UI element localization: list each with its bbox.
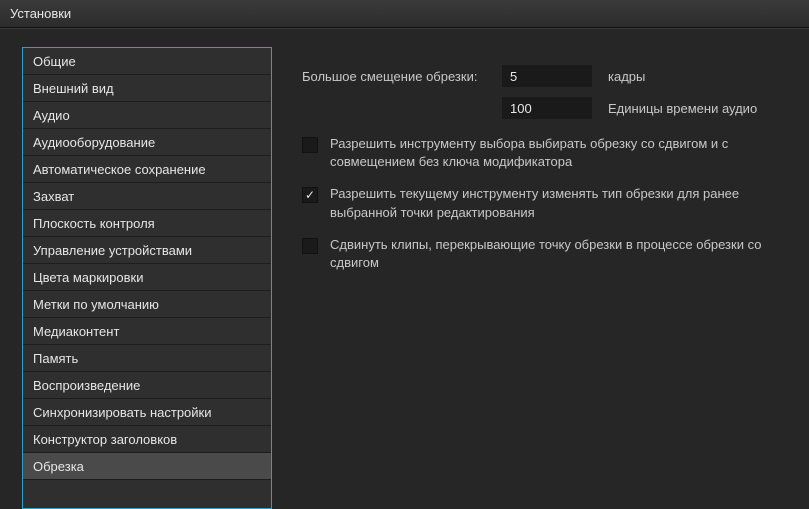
sidebar-item[interactable]: Цвета маркировки xyxy=(23,264,271,291)
window-title: Установки xyxy=(10,6,71,21)
checkbox-label: Разрешить инструменту выбора выбирать об… xyxy=(330,135,780,171)
checkbox[interactable] xyxy=(302,187,318,203)
sidebar-item[interactable]: Обрезка xyxy=(23,453,271,480)
big-trim-offset-label: Большое смещение обрезки: xyxy=(302,69,502,84)
big-trim-offset-audio-row: Единицы времени аудио xyxy=(302,95,789,121)
big-trim-offset-audio-input[interactable] xyxy=(502,97,592,119)
sidebar-item[interactable]: Аудио xyxy=(23,102,271,129)
checkbox-row: Сдвинуть клипы, перекрывающие точку обре… xyxy=(302,236,789,272)
sidebar-item[interactable]: Захват xyxy=(23,183,271,210)
checkbox-row: Разрешить инструменту выбора выбирать об… xyxy=(302,135,789,171)
body: ОбщиеВнешний видАудиоАудиооборудованиеАв… xyxy=(0,28,809,509)
checkbox-row: Разрешить текущему инструменту изменять … xyxy=(302,185,789,221)
audio-unit-label: Единицы времени аудио xyxy=(608,101,757,116)
sidebar-item[interactable]: Плоскость контроля xyxy=(23,210,271,237)
big-trim-offset-frames-input[interactable] xyxy=(502,65,592,87)
checkbox-label: Разрешить текущему инструменту изменять … xyxy=(330,185,780,221)
big-trim-offset-frames-row: Большое смещение обрезки: кадры xyxy=(302,63,789,89)
frames-unit-label: кадры xyxy=(608,69,645,84)
sidebar-item[interactable]: Память xyxy=(23,345,271,372)
category-sidebar: ОбщиеВнешний видАудиоАудиооборудованиеАв… xyxy=(22,47,272,509)
sidebar-item[interactable]: Управление устройствами xyxy=(23,237,271,264)
sidebar-item[interactable]: Медиаконтент xyxy=(23,318,271,345)
content-pane: Большое смещение обрезки: кадры Единицы … xyxy=(272,47,809,509)
checkbox-label: Сдвинуть клипы, перекрывающие точку обре… xyxy=(330,236,780,272)
sidebar-item[interactable]: Общие xyxy=(23,48,271,75)
sidebar-item[interactable]: Аудиооборудование xyxy=(23,129,271,156)
sidebar-item[interactable]: Метки по умолчанию xyxy=(23,291,271,318)
preferences-window: Установки ОбщиеВнешний видАудиоАудиообор… xyxy=(0,0,809,509)
sidebar-item[interactable]: Воспроизведение xyxy=(23,372,271,399)
checkbox[interactable] xyxy=(302,137,318,153)
sidebar-item[interactable]: Автоматическое сохранение xyxy=(23,156,271,183)
sidebar-item[interactable]: Синхронизировать настройки xyxy=(23,399,271,426)
checkbox[interactable] xyxy=(302,238,318,254)
sidebar-item[interactable]: Конструктор заголовков xyxy=(23,426,271,453)
titlebar: Установки xyxy=(0,0,809,28)
sidebar-item[interactable]: Внешний вид xyxy=(23,75,271,102)
